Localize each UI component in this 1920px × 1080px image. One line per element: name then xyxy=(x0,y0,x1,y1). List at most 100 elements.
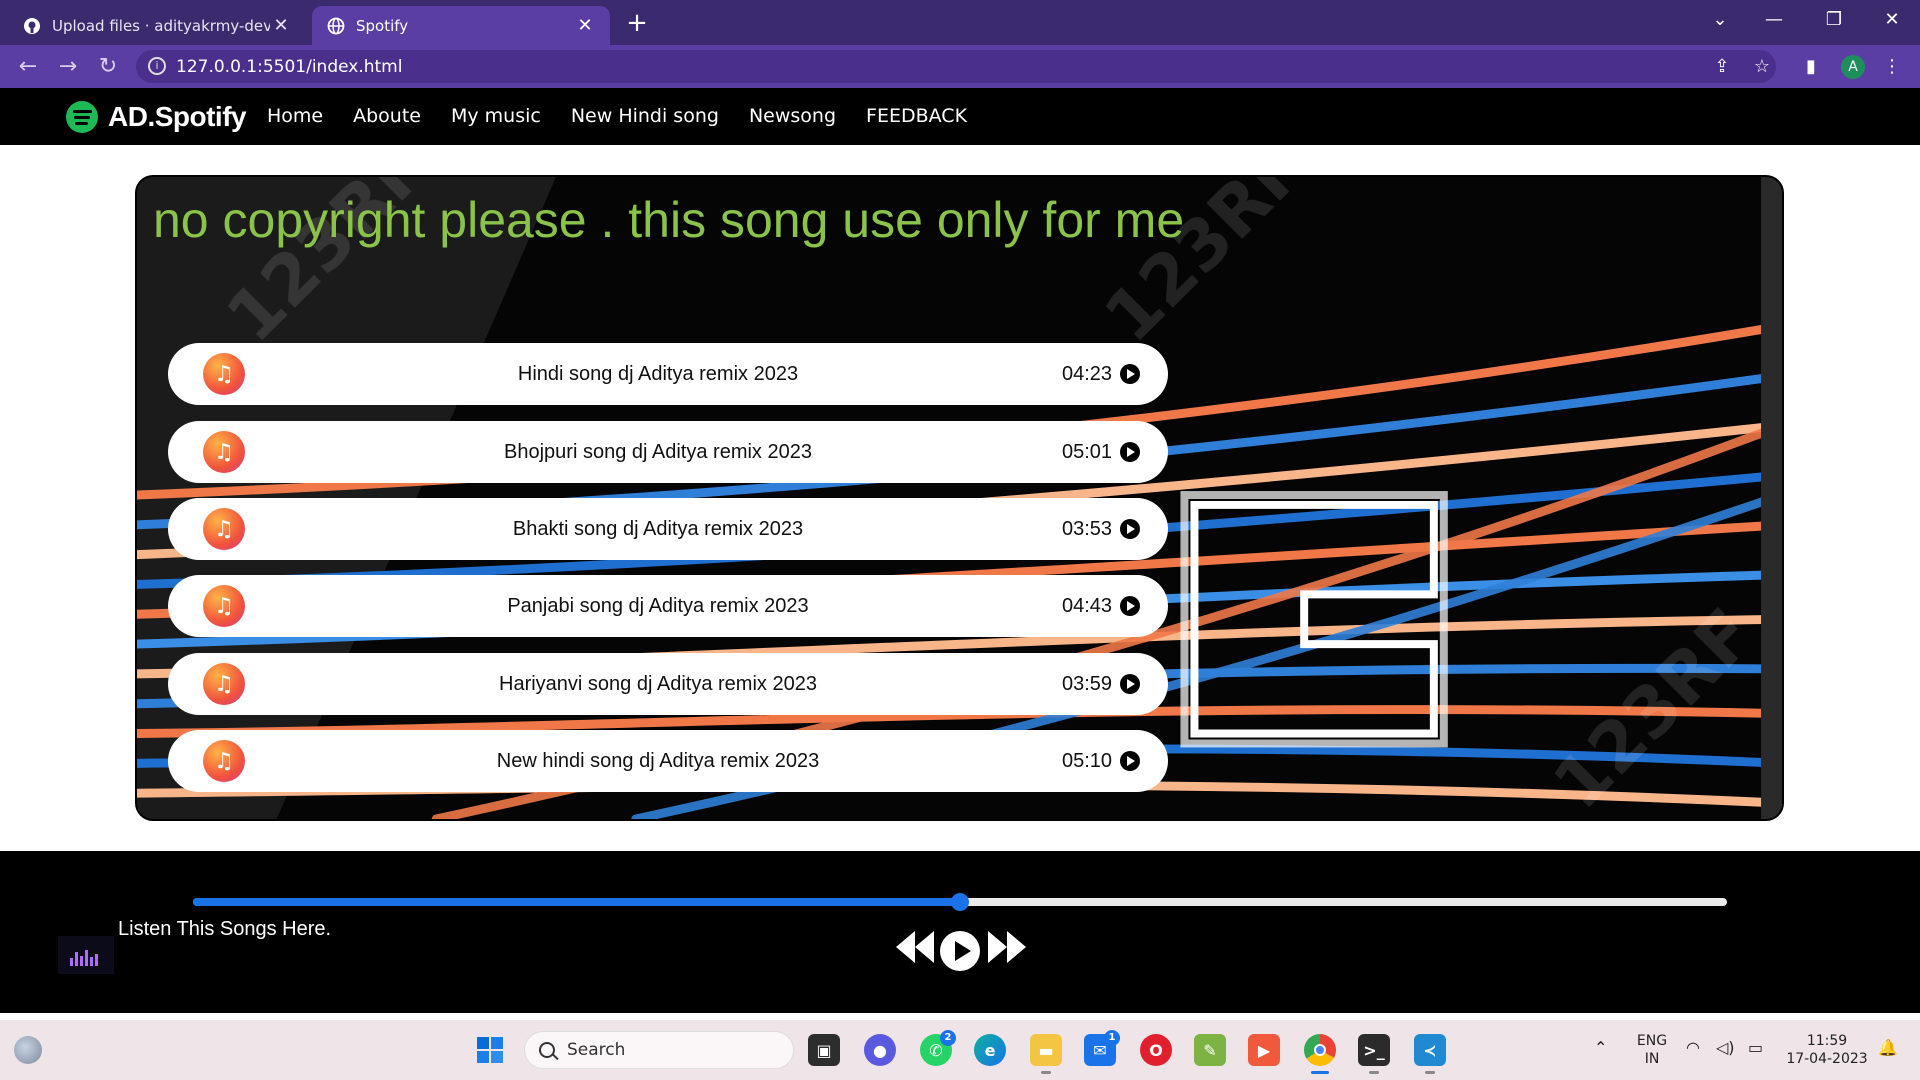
url-text: 127.0.0.1:5501/index.html xyxy=(176,56,403,77)
region-code: IN xyxy=(1644,1051,1660,1067)
browser-toolbar: ← → ↻ i 127.0.0.1:5501/index.html ⇪ ☆ ▮ … xyxy=(0,45,1920,88)
browser-tab-bar: Upload files · adityakrmy-dev/Sp ✕ Spoti… xyxy=(0,0,1920,45)
mail-badge: 1 xyxy=(1104,1030,1120,1046)
now-playing-thumbnail xyxy=(58,936,114,974)
tab-spotify[interactable]: Spotify ✕ xyxy=(312,6,610,45)
address-bar[interactable]: i 127.0.0.1:5501/index.html xyxy=(136,50,1776,83)
wifi-icon[interactable]: ◠ xyxy=(1686,1038,1700,1057)
nav-link-my-music[interactable]: My music xyxy=(451,105,541,127)
tab-search-icon[interactable]: ⌄ xyxy=(1690,0,1750,40)
song-item[interactable]: ♫ Hariyanvi song dj Aditya remix 2023 03… xyxy=(168,653,1168,715)
github-icon xyxy=(22,16,42,36)
vscode-icon[interactable]: ≺ xyxy=(1414,1034,1446,1066)
window-close-button[interactable]: ✕ xyxy=(1862,0,1920,40)
clock-date: 17-04-2023 xyxy=(1786,1051,1868,1067)
windows-taskbar: Search ▣ ● ✆ 2 e ▬ ✉ 1 O ✎ ▶ >_ ≺ ⌃ ENG … xyxy=(0,1020,1920,1080)
site-navbar: AD.Spotify Home Aboute My music New Hind… xyxy=(0,88,1920,145)
back-button[interactable]: ← xyxy=(12,51,44,83)
mail-icon[interactable]: ✉ 1 xyxy=(1084,1030,1120,1066)
notification-bell-icon[interactable]: 🔔 xyxy=(1878,1038,1898,1057)
next-track-icon[interactable] xyxy=(986,929,1028,965)
song-name: Panjabi song dj Aditya remix 2023 xyxy=(507,594,809,617)
music-note-icon: ♫ xyxy=(203,740,245,782)
banner-title: no copyright please . this song use only… xyxy=(153,192,1185,248)
brand[interactable]: AD.Spotify xyxy=(66,101,247,133)
song-panel: 123RF 123RF 123RF no copyright please . … xyxy=(135,175,1784,821)
song-item[interactable]: ♫ Bhojpuri song dj Aditya remix 2023 05:… xyxy=(168,421,1168,483)
site-info-icon[interactable]: i xyxy=(148,57,166,75)
clock-time: 11:59 xyxy=(1806,1033,1848,1049)
play-circle-icon[interactable] xyxy=(1120,442,1140,462)
play-circle-icon[interactable] xyxy=(1120,674,1140,694)
reload-button[interactable]: ↻ xyxy=(92,51,124,83)
chrome-browser-icon[interactable] xyxy=(1304,1034,1336,1066)
nav-link-new-hindi-song[interactable]: New Hindi song xyxy=(571,105,719,127)
weather-widget-icon[interactable] xyxy=(14,1036,42,1064)
play-circle-icon[interactable] xyxy=(1120,364,1140,384)
song-item[interactable]: ♫ Hindi song dj Aditya remix 2023 04:23 xyxy=(168,343,1168,405)
new-tab-button[interactable]: + xyxy=(622,8,652,38)
song-name: Bhojpuri song dj Aditya remix 2023 xyxy=(504,440,812,463)
progress-fill xyxy=(193,898,960,906)
play-circle-icon[interactable] xyxy=(1120,751,1140,771)
nav-link-newsong[interactable]: Newsong xyxy=(749,105,836,127)
share-icon[interactable]: ⇪ xyxy=(1708,53,1736,81)
taskbar-search[interactable]: Search xyxy=(524,1031,794,1069)
file-explorer-icon[interactable]: ▬ xyxy=(1030,1034,1062,1066)
music-note-icon: ♫ xyxy=(203,585,245,627)
nav-link-about[interactable]: Aboute xyxy=(353,105,421,127)
song-duration: 03:59 xyxy=(1062,672,1113,695)
nav-link-home[interactable]: Home xyxy=(267,105,323,127)
song-name: New hindi song dj Aditya remix 2023 xyxy=(496,749,820,772)
whatsapp-icon[interactable]: ✆ 2 xyxy=(920,1030,956,1066)
chevron-up-icon[interactable]: ⌃ xyxy=(1594,1038,1607,1057)
previous-track-icon[interactable] xyxy=(894,929,936,965)
opera-browser-icon[interactable]: O xyxy=(1140,1034,1172,1066)
tab-title: Spotify xyxy=(356,16,409,35)
volume-icon[interactable]: ◁) xyxy=(1716,1038,1735,1057)
clock[interactable]: 11:59 17-04-2023 xyxy=(1784,1032,1870,1068)
now-playing-text: Listen This Songs Here. xyxy=(118,918,332,940)
progress-slider[interactable] xyxy=(193,893,1727,911)
running-indicator xyxy=(1425,1071,1435,1074)
language-code: ENG xyxy=(1636,1033,1668,1049)
song-item[interactable]: ♫ Bhakti song dj Aditya remix 2023 03:53 xyxy=(168,498,1168,560)
play-circle-icon[interactable] xyxy=(1120,596,1140,616)
nav-link-feedback[interactable]: FEEDBACK xyxy=(866,105,967,127)
song-duration: 05:01 xyxy=(1062,440,1113,463)
windows-start-icon[interactable] xyxy=(474,1034,506,1066)
song-name: Hariyanvi song dj Aditya remix 2023 xyxy=(499,672,817,695)
song-duration: 04:43 xyxy=(1062,594,1113,617)
battery-icon[interactable]: ▭ xyxy=(1748,1038,1763,1057)
play-button[interactable] xyxy=(940,931,980,971)
globe-icon xyxy=(326,16,346,36)
close-icon[interactable]: ✕ xyxy=(574,15,596,36)
restore-button[interactable]: ❐ xyxy=(1804,0,1864,40)
teams-chat-icon[interactable]: ● xyxy=(864,1034,896,1066)
language-indicator[interactable]: ENG IN xyxy=(1632,1032,1672,1068)
terminal-icon[interactable]: >_ xyxy=(1358,1034,1390,1066)
progress-knob[interactable] xyxy=(951,893,969,911)
edge-browser-icon[interactable]: e xyxy=(974,1034,1006,1066)
side-panel-icon[interactable]: ▮ xyxy=(1797,53,1825,81)
photo-editor-icon[interactable]: ✎ xyxy=(1194,1034,1226,1066)
player-bar: Listen This Songs Here. xyxy=(0,851,1920,1013)
forward-button[interactable]: → xyxy=(52,51,84,83)
music-note-icon: ♫ xyxy=(203,508,245,550)
running-indicator xyxy=(1311,1071,1329,1074)
profile-avatar[interactable]: A xyxy=(1841,55,1865,79)
play-circle-icon[interactable] xyxy=(1120,519,1140,539)
music-note-icon: ♫ xyxy=(203,431,245,473)
whatsapp-badge: 2 xyxy=(940,1030,956,1046)
minimize-button[interactable]: — xyxy=(1744,0,1804,40)
song-item[interactable]: ♫ New hindi song dj Aditya remix 2023 05… xyxy=(168,730,1168,792)
bookmark-star-icon[interactable]: ☆ xyxy=(1748,53,1776,81)
task-view-icon[interactable]: ▣ xyxy=(808,1034,840,1066)
tab-upload-files[interactable]: Upload files · adityakrmy-dev/Sp ✕ xyxy=(8,6,306,45)
running-indicator xyxy=(1041,1071,1051,1074)
menu-kebab-icon[interactable]: ⋮ xyxy=(1878,53,1906,81)
song-name: Hindi song dj Aditya remix 2023 xyxy=(517,362,799,385)
close-icon[interactable]: ✕ xyxy=(270,15,292,36)
video-camera-icon[interactable]: ▶ xyxy=(1248,1034,1280,1066)
song-item[interactable]: ♫ Panjabi song dj Aditya remix 2023 04:4… xyxy=(168,575,1168,637)
